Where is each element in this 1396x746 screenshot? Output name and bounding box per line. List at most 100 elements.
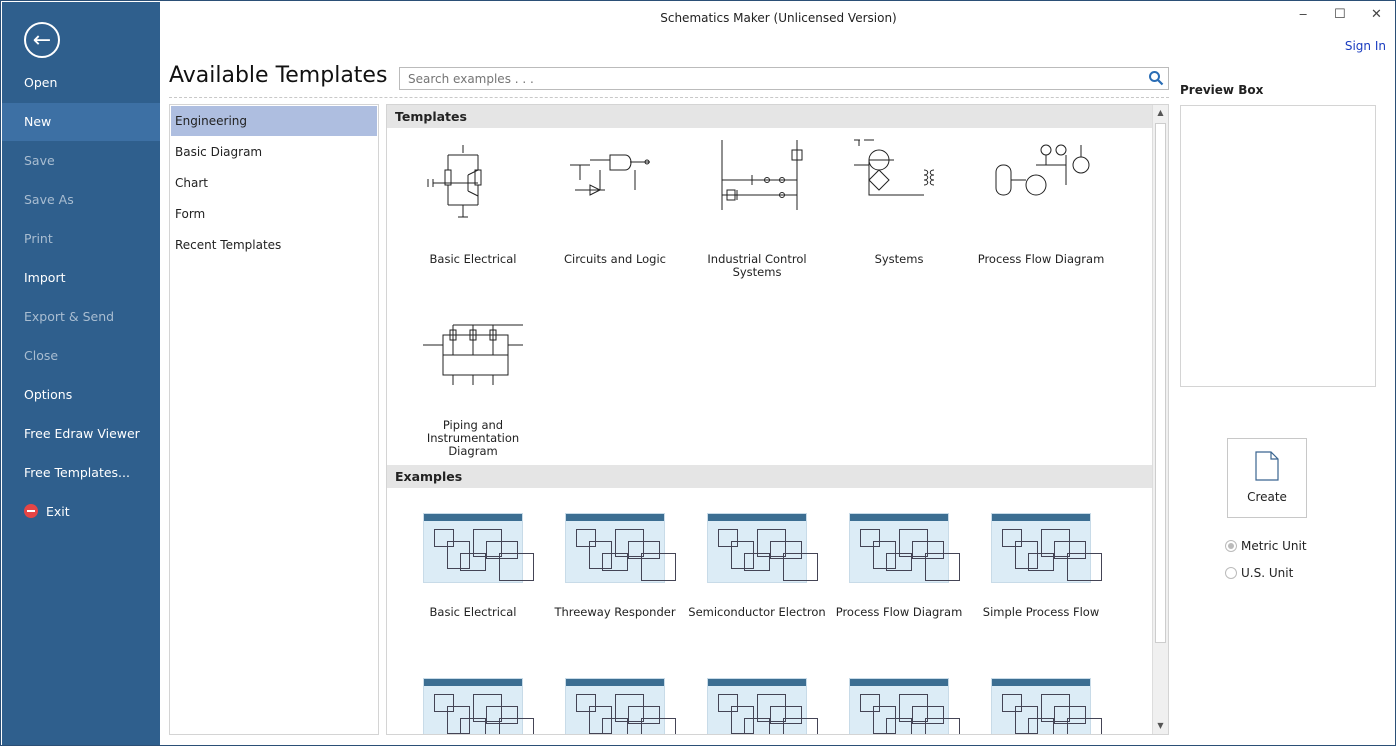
sidebar: ← Open New Save Save As Print Import Export & … [2,2,160,745]
template-process-flow-diagram[interactable]: Process Flow Diagram [970,135,1112,266]
menu-item-export-send[interactable]: Export & Send [2,298,160,336]
category-engineering[interactable]: Engineering [171,106,377,136]
menu-item-open[interactable]: Open [2,64,160,102]
example-thumbnail [707,678,818,734]
us-unit-radio[interactable]: U.S. Unit [1225,566,1293,580]
metric-unit-radio[interactable]: Metric Unit [1225,539,1307,553]
scroll-down-icon[interactable]: ▼ [1153,718,1168,734]
example-thumbnail [707,513,818,583]
close-button[interactable]: ✕ [1371,7,1382,22]
menu-item-label: Export & Send [24,309,115,324]
template-circuits-and-logic[interactable]: Circuits and Logic [544,135,686,266]
template-label: Circuits and Logic [563,252,666,266]
category-form[interactable]: Form [171,199,377,229]
exit-icon [24,504,38,518]
example-label: Threeway Responder [554,605,676,619]
preview-title: Preview Box [1180,83,1264,97]
template-thumbnail-icon [427,145,482,218]
category-basic-diagram[interactable]: Basic Diagram [171,137,377,167]
menu-item-label: Exit [46,504,70,519]
example-thumbnail [849,513,960,583]
metric-unit-label: Metric Unit [1241,539,1307,553]
example-label: Simple Process Flow [982,605,1100,619]
document-icon [1255,451,1279,481]
template-piping-and-instrumentation-diagram[interactable]: Piping and Instrumentation Diagram [402,315,544,458]
menu-item-label: Free Templates... [24,465,130,480]
example-item[interactable]: Basic Electrical [402,513,544,619]
menu-item-save-as[interactable]: Save As [2,181,160,219]
menu-item-import[interactable]: Import [2,259,160,297]
example-item[interactable] [402,678,544,734]
template-label: Basic Electrical [429,252,517,266]
menu-item-save[interactable]: Save [2,142,160,180]
templates-section-header: Templates [387,105,1153,128]
example-item[interactable] [970,678,1112,734]
category-chart[interactable]: Chart [171,168,377,198]
menu-item-exit[interactable]: Exit [2,493,160,531]
us-unit-label: U.S. Unit [1241,566,1294,580]
scroll-up-icon[interactable]: ▲ [1153,105,1168,121]
template-thumbnail-icon [995,144,1090,196]
template-thumbnail-icon [570,154,650,196]
template-basic-electrical[interactable]: Basic Electrical [402,135,544,266]
menu-item-label: Free Edraw Viewer [24,426,140,441]
menu-item-label: Print [24,231,53,246]
example-item[interactable] [544,678,686,734]
example-thumbnail [565,513,676,583]
menu-item-label: Options [24,387,73,402]
example-thumbnail [991,678,1102,734]
category-list: Engineering Basic Diagram Chart Form Recent … [169,104,379,735]
example-label: Semiconductor Electron [688,605,826,619]
example-label: Process Flow Diagram [835,605,963,619]
search-icon[interactable] [1148,70,1164,86]
menu-item-label: Open [24,75,58,90]
menu-item-close[interactable]: Close [2,337,160,375]
preview-box [1180,105,1376,387]
template-label: Piping and Instrumentation Diagram [426,418,520,458]
example-item[interactable] [686,678,828,734]
menu-item-options[interactable]: Options [2,376,160,414]
create-label: Create [1247,490,1287,504]
examples-section-header: Examples [387,465,1153,488]
example-label: Basic Electrical [429,605,517,619]
menu-item-print[interactable]: Print [2,220,160,258]
divider [169,97,1169,98]
example-item[interactable]: Simple Process Flow [970,513,1112,619]
create-button[interactable]: Create [1227,438,1307,518]
back-arrow-icon[interactable]: ← [24,22,60,58]
search-input[interactable] [399,67,1169,90]
category-recent-templates[interactable]: Recent Templates [171,230,377,260]
scroll-thumb[interactable] [1155,123,1166,643]
example-thumbnail [423,513,534,583]
menu-item-label: Import [24,270,66,285]
template-thumbnail-icon [423,324,523,385]
template-label: Industrial Control Systems [707,252,807,279]
sign-in-link[interactable]: Sign In [1345,39,1386,53]
template-label: Process Flow Diagram [977,252,1105,266]
menu-item-new[interactable]: New [2,103,160,141]
example-item[interactable]: Semiconductor Electron [686,513,828,619]
template-thumbnail-icon [854,139,935,196]
template-industrial-control-systems[interactable]: Industrial Control Systems [686,135,828,279]
template-label: Systems [874,252,924,266]
menu-item-label: New [24,114,52,129]
maximize-button[interactable]: ☐ [1334,7,1346,22]
example-thumbnail [991,513,1102,583]
menu-item-free-edraw-viewer[interactable]: Free Edraw Viewer [2,415,160,453]
example-item[interactable]: Threeway Responder [544,513,686,619]
menu-item-label: Save [24,153,55,168]
template-thumbnail-icon [721,140,803,210]
window-title: Schematics Maker (Unlicensed Version) [660,11,897,25]
template-systems[interactable]: Systems [828,135,970,266]
menu-item-free-templates[interactable]: Free Templates... [2,454,160,492]
menu-item-label: Save As [24,192,74,207]
example-thumbnail [565,678,676,734]
minimize-button[interactable]: ‒ [1299,7,1307,22]
menu-item-label: Close [24,348,59,363]
example-item[interactable]: Process Flow Diagram [828,513,970,619]
example-item[interactable] [828,678,970,734]
example-thumbnail [423,678,534,734]
template-gallery: Templates Examples ▲ ▼ Basic Electrical C… [386,104,1169,735]
page-title: Available Templates [169,63,388,88]
scrollbar[interactable]: ▲ ▼ [1152,105,1168,734]
